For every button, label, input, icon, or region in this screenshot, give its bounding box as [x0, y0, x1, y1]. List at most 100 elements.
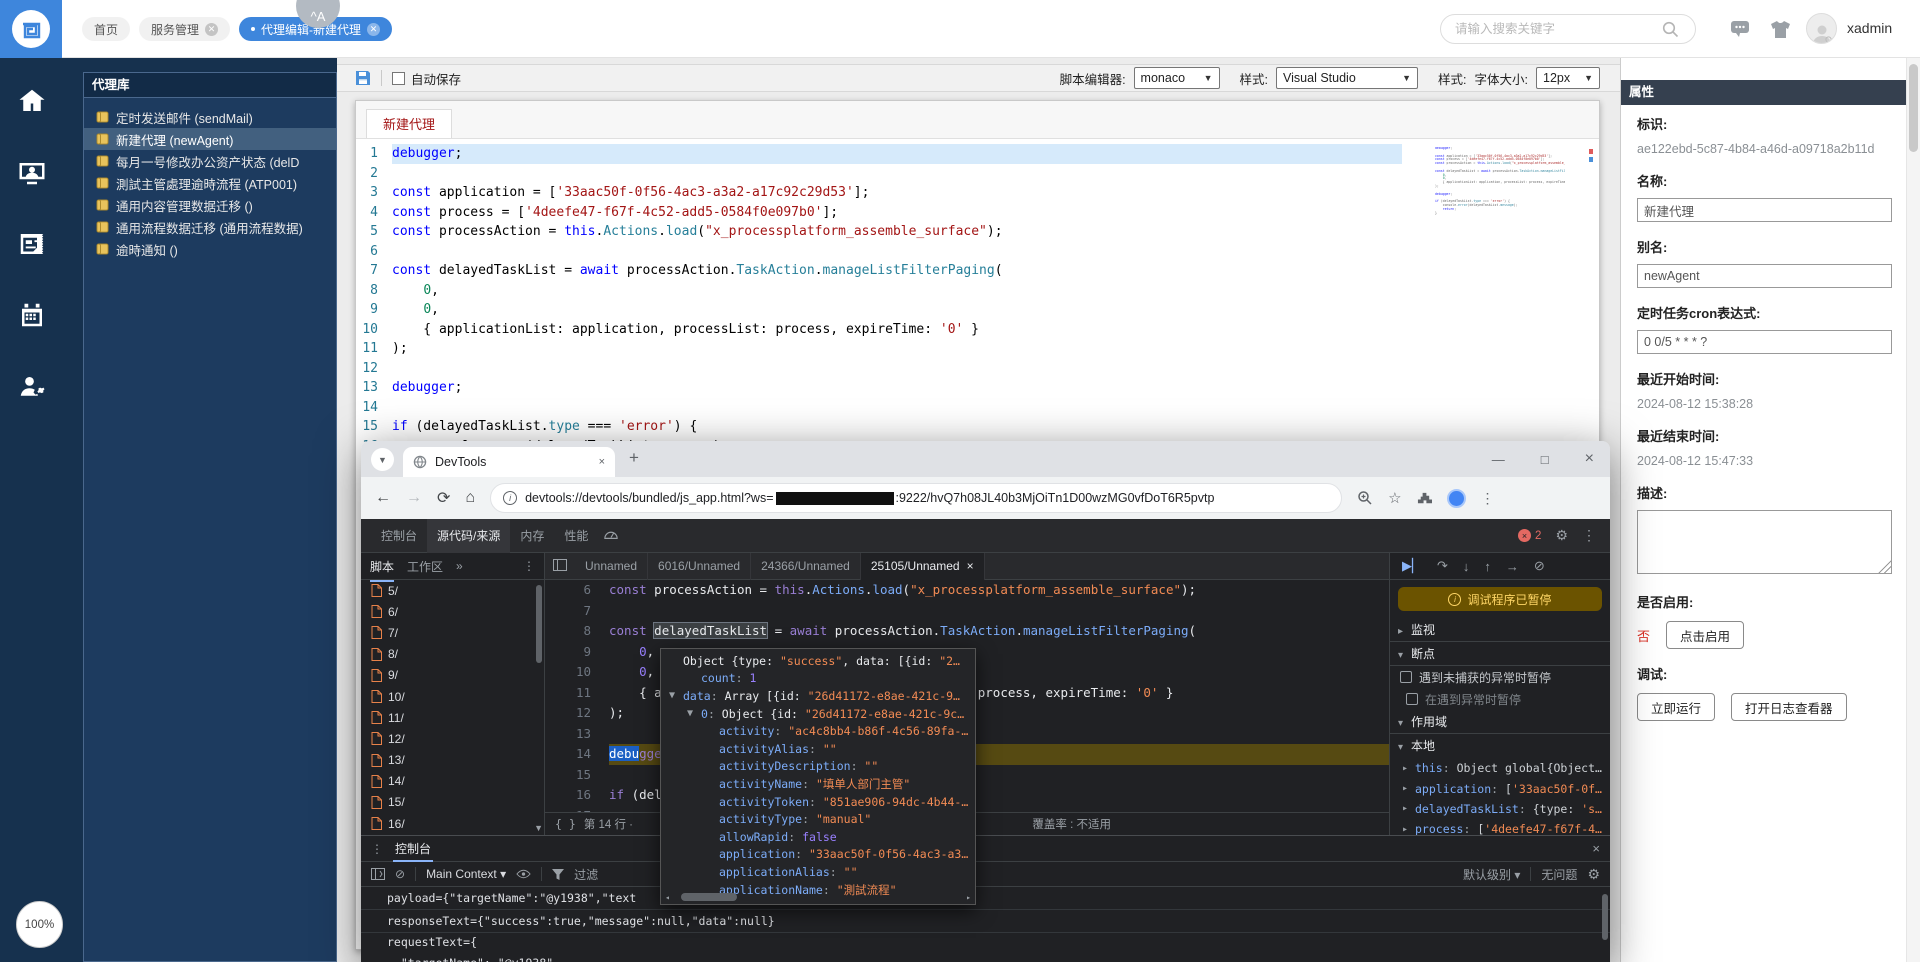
step-over-icon[interactable]: ↷ [1437, 558, 1448, 574]
home-icon[interactable] [17, 86, 47, 116]
browser-menu-icon[interactable]: ⋮ [1481, 490, 1495, 507]
console-message-3[interactable]: "targetName": "@y1938", [361, 952, 1610, 962]
step-out-icon[interactable]: ↑ [1484, 559, 1491, 574]
pause-on-caught-checkbox[interactable]: 在遇到异常时暂停 [1390, 688, 1610, 710]
devtools-menu-icon[interactable]: ⋮ [1582, 527, 1596, 544]
file-item-15[interactable]: 15/ [361, 792, 544, 813]
enable-button[interactable]: 点击启用 [1666, 621, 1744, 649]
cron-field[interactable] [1637, 330, 1892, 354]
popup-property-0[interactable]: ▼0: Object {id: "26d41172-e8ae-421c-9c… [661, 705, 975, 723]
overflow-chevron[interactable]: » [456, 559, 463, 573]
pause-on-uncaught-checkbox[interactable]: 遇到未捕获的异常时暂停 [1390, 666, 1610, 688]
source-file-tab-3[interactable]: 25105/Unnamed× [861, 553, 985, 580]
script-editor-select[interactable]: monaco▼ [1134, 67, 1220, 89]
popup-property-application[interactable]: application: "33aac50f-0f56-4ac3-a3… [661, 846, 975, 864]
source-file-tab-1[interactable]: 6016/Unnamed [648, 553, 751, 580]
popup-property-activity[interactable]: activity: "ac4c8bb4-b86f-4c56-89fa-… [661, 722, 975, 740]
watch-section[interactable]: ▸监视 [1390, 618, 1610, 642]
tab-search-icon[interactable]: ▼ [371, 448, 394, 471]
alias-field[interactable] [1637, 264, 1892, 288]
devtools-titlebar[interactable]: ▼ DevTools × + — □ × [361, 441, 1610, 477]
monitor-user-icon[interactable] [17, 158, 47, 188]
username[interactable]: xadmin [1847, 20, 1892, 36]
filter-label[interactable]: 过滤 [574, 866, 598, 883]
agent-item-5[interactable]: 通用流程数据迁移 (通用流程数据) [84, 216, 336, 238]
popup-hscrollbar[interactable]: ◂▸ [665, 892, 971, 902]
source-file-tab-2[interactable]: 24366/Unnamed [751, 553, 861, 580]
devtools-tab-0[interactable]: 控制台 [371, 519, 427, 553]
popup-property-activityType[interactable]: activityType: "manual" [661, 810, 975, 828]
popup-property-count[interactable]: count: 1 [661, 670, 975, 688]
file-item-14[interactable]: 14/ [361, 771, 544, 792]
console-sidebar-icon[interactable] [371, 868, 385, 880]
issues-counter[interactable]: 无问题 [1541, 866, 1577, 883]
zoom-level-badge[interactable]: 100% [16, 901, 63, 948]
tab-scripts[interactable]: 脚本 [370, 558, 394, 575]
console-scrollbar[interactable] [1602, 894, 1608, 940]
url-field[interactable]: i devtools://devtools/bundled/js_app.htm… [490, 483, 1342, 513]
file-item-5[interactable]: 5/ [361, 580, 544, 601]
gauge-icon[interactable] [598, 528, 624, 543]
popup-property-applicationAlias[interactable]: applicationAlias: "" [661, 863, 975, 881]
object-preview-popup[interactable]: Object {type: "success", data: [{id: "2…… [660, 648, 976, 905]
back-icon[interactable]: ← [375, 489, 391, 507]
autosave-checkbox[interactable] [392, 72, 405, 85]
agent-item-3[interactable]: 測試主管處理逾時流程 (ATP001) [84, 172, 336, 194]
log-level-selector[interactable]: 默认级别 ▾ [1463, 866, 1520, 883]
console-tab[interactable]: 控制台 [395, 840, 431, 857]
news-icon[interactable] [17, 229, 47, 259]
theme-shirt-icon[interactable] [1770, 20, 1791, 39]
font-size-select[interactable]: 12px▼ [1536, 67, 1600, 89]
drawer-menu-icon[interactable]: ⋮ [371, 842, 383, 856]
extensions-icon[interactable] [1417, 491, 1432, 506]
file-item-9[interactable]: 9/ [361, 665, 544, 686]
breakpoints-section[interactable]: ▾断点 [1390, 642, 1610, 666]
agent-item-4[interactable]: 通用内容管理数据迁移 () [84, 194, 336, 216]
messages-icon[interactable] [1730, 20, 1750, 38]
agent-item-0[interactable]: 定时发送邮件 (sendMail) [84, 106, 336, 128]
devtools-tab-3[interactable]: 性能 [554, 519, 598, 553]
popup-property-activityAlias[interactable]: activityAlias: "" [661, 740, 975, 758]
tab-close-icon[interactable]: × [599, 456, 605, 468]
forward-icon[interactable]: → [406, 489, 422, 507]
step-into-icon[interactable]: ↓ [1463, 559, 1470, 574]
minimize-button[interactable]: — [1492, 452, 1505, 467]
style-select[interactable]: Visual Studio▼ [1276, 67, 1418, 89]
error-badge[interactable]: ×2 [1518, 529, 1541, 542]
bookmark-star-icon[interactable]: ☆ [1388, 489, 1401, 507]
agent-item-2[interactable]: 每月一号修改办公资产状态 (delD [84, 150, 336, 172]
popup-property-preview[interactable]: Object {type: "success", data: [{id: "2… [661, 652, 975, 670]
local-variable-application[interactable]: ▸application: ['33aac50f-0f… [1390, 778, 1610, 798]
step-icon[interactable]: → [1506, 559, 1519, 574]
navigator-toggle-icon[interactable] [545, 559, 575, 574]
file-item-6[interactable]: 6/ [361, 601, 544, 622]
file-item-8[interactable]: 8/ [361, 644, 544, 665]
editor-tab-new-agent[interactable]: 新建代理 [366, 109, 452, 138]
save-icon[interactable] [355, 70, 371, 86]
tab-workspace[interactable]: 工作区 [407, 558, 443, 575]
properties-scrollbar[interactable] [1906, 58, 1920, 962]
console-message-1[interactable]: responseText={"success":true,"message":n… [361, 910, 1610, 933]
avatar[interactable] [1806, 13, 1837, 44]
local-variable-delayedTaskList[interactable]: ▸delayedTaskList: {type: 's… [1390, 799, 1610, 819]
popup-property-data[interactable]: ▼data: Array [{id: "26d41172-e8ae-421c-9… [661, 687, 975, 705]
close-button[interactable]: × [1585, 450, 1594, 468]
tab-close-icon[interactable]: ✕ [367, 23, 380, 36]
console-message-0[interactable]: payload={"targetName":"@y1938","text [361, 887, 1610, 910]
nav-tab-1[interactable]: 服务管理✕ [139, 17, 230, 41]
minimap[interactable]: debugger; const application = ['33aac50f… [1435, 147, 1565, 243]
devtools-tab-1[interactable]: 源代码/来源 [427, 519, 510, 553]
popup-property-activityDescription[interactable]: activityDescription: "" [661, 758, 975, 776]
popup-property-activityToken[interactable]: activityToken: "851ae906-94dc-4b44-… [661, 793, 975, 811]
file-item-13[interactable]: 13/ [361, 750, 544, 771]
resume-icon[interactable]: ▶▏ [1402, 558, 1422, 574]
browser-tab[interactable]: DevTools × [403, 447, 615, 477]
search-icon[interactable] [1662, 21, 1679, 38]
run-now-button[interactable]: 立即运行 [1637, 693, 1715, 721]
console-message-2[interactable]: requestText={ [361, 933, 1610, 952]
profile-avatar[interactable] [1447, 489, 1466, 508]
file-item-11[interactable]: 11/ [361, 707, 544, 728]
zoom-icon[interactable] [1357, 490, 1373, 506]
deactivate-breakpoints-icon[interactable]: ⊘ [1534, 558, 1545, 574]
navigator-scrollbar[interactable] [536, 585, 542, 663]
